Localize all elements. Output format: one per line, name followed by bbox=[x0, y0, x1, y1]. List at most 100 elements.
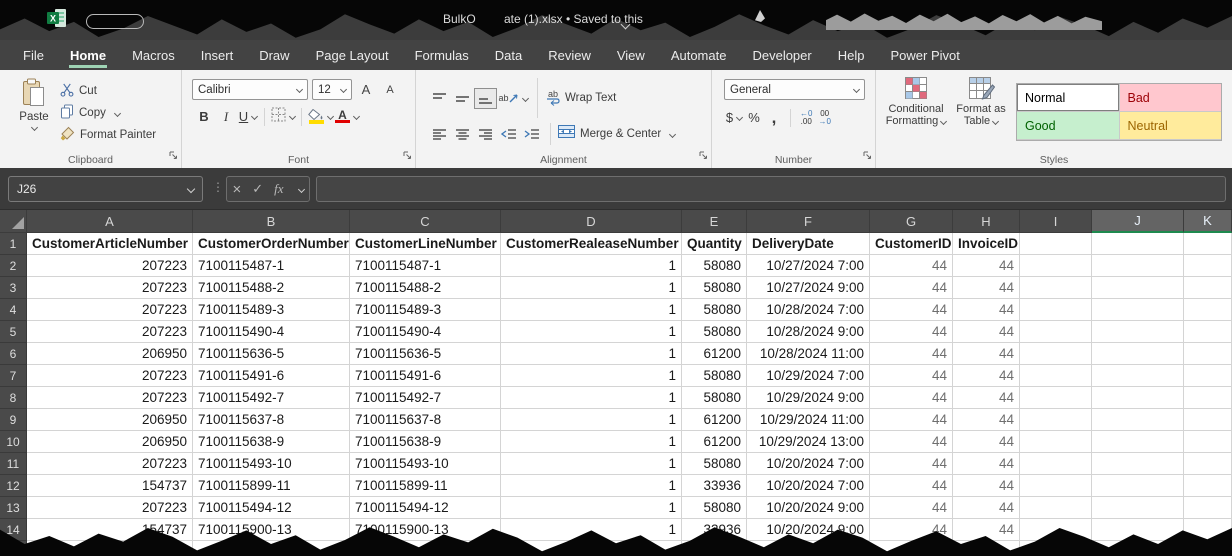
cell-H11[interactable]: 44 bbox=[953, 453, 1020, 475]
cell-B3[interactable]: 7100115488-2 bbox=[193, 277, 350, 299]
cell-K4[interactable] bbox=[1184, 299, 1232, 321]
cell-F12[interactable]: 10/20/2024 7:00 bbox=[747, 475, 870, 497]
conditional-formatting-button[interactable]: Conditional Formatting bbox=[882, 76, 950, 127]
cell-G2[interactable]: 44 bbox=[870, 255, 953, 277]
cell-H5[interactable]: 44 bbox=[953, 321, 1020, 343]
cell-K10[interactable] bbox=[1184, 431, 1232, 453]
cell-F10[interactable]: 10/29/2024 13:00 bbox=[747, 431, 870, 453]
comma-style-button[interactable]: , bbox=[764, 107, 784, 128]
cell-I8[interactable] bbox=[1020, 387, 1092, 409]
cell-A11[interactable]: 207223 bbox=[27, 453, 193, 475]
merge-center-button[interactable]: Merge & Center bbox=[558, 125, 675, 143]
cell-I2[interactable] bbox=[1020, 255, 1092, 277]
cell-J13[interactable] bbox=[1092, 497, 1184, 519]
cell-E1[interactable]: Quantity bbox=[682, 233, 747, 255]
cell-style-neutral[interactable]: Neutral bbox=[1120, 112, 1222, 139]
cell-D11[interactable]: 1 bbox=[501, 453, 682, 475]
cell-J1[interactable] bbox=[1092, 233, 1184, 255]
cell-G1[interactable]: CustomerID bbox=[870, 233, 953, 255]
cell-C8[interactable]: 7100115492-7 bbox=[350, 387, 501, 409]
cell-K2[interactable] bbox=[1184, 255, 1232, 277]
align-bottom-button[interactable] bbox=[474, 88, 497, 109]
fx-chevron-icon[interactable] bbox=[297, 185, 304, 192]
cell-J4[interactable] bbox=[1092, 299, 1184, 321]
cell-I9[interactable] bbox=[1020, 409, 1092, 431]
cell-B1[interactable]: CustomerOrderNumber bbox=[193, 233, 350, 255]
cell-I1[interactable] bbox=[1020, 233, 1092, 255]
cell-F4[interactable]: 10/28/2024 7:00 bbox=[747, 299, 870, 321]
copy-button[interactable]: Copy bbox=[60, 104, 156, 123]
cell-G8[interactable]: 44 bbox=[870, 387, 953, 409]
cell-B14[interactable]: 7100115900-13 bbox=[193, 519, 350, 541]
cell-K13[interactable] bbox=[1184, 497, 1232, 519]
cell-C12[interactable]: 7100115899-11 bbox=[350, 475, 501, 497]
cell-A13[interactable]: 207223 bbox=[27, 497, 193, 519]
cell-A1[interactable]: CustomerArticleNumber bbox=[27, 233, 193, 255]
cell-K1[interactable] bbox=[1184, 233, 1232, 255]
column-header-K[interactable]: K bbox=[1184, 210, 1232, 233]
cell-J10[interactable] bbox=[1092, 431, 1184, 453]
select-all-corner[interactable] bbox=[0, 210, 27, 233]
cell-C4[interactable]: 7100115489-3 bbox=[350, 299, 501, 321]
increase-decimal-button[interactable]: ←0 .00 bbox=[800, 110, 812, 126]
cell-D13[interactable]: 1 bbox=[501, 497, 682, 519]
cell-E5[interactable]: 58080 bbox=[682, 321, 747, 343]
column-header-D[interactable]: D bbox=[501, 210, 682, 233]
cancel-button[interactable]: × bbox=[232, 181, 241, 198]
cell-I4[interactable] bbox=[1020, 299, 1092, 321]
cell-K11[interactable] bbox=[1184, 453, 1232, 475]
cell-F6[interactable]: 10/28/2024 11:00 bbox=[747, 343, 870, 365]
cell-G12[interactable]: 44 bbox=[870, 475, 953, 497]
cell-K9[interactable] bbox=[1184, 409, 1232, 431]
tab-developer[interactable]: Developer bbox=[739, 40, 824, 70]
row-header-7[interactable]: 7 bbox=[0, 365, 27, 387]
number-dialog-launcher-icon[interactable] bbox=[862, 147, 872, 165]
row-header-4[interactable]: 4 bbox=[0, 299, 27, 321]
cell-K12[interactable] bbox=[1184, 475, 1232, 497]
cell-C11[interactable]: 7100115493-10 bbox=[350, 453, 501, 475]
cell-E8[interactable]: 58080 bbox=[682, 387, 747, 409]
cell-A9[interactable]: 206950 bbox=[27, 409, 193, 431]
fill-color-button[interactable] bbox=[308, 106, 333, 127]
column-header-G[interactable]: G bbox=[870, 210, 953, 233]
cell-C1[interactable]: CustomerLineNumber bbox=[350, 233, 501, 255]
cell-D3[interactable]: 1 bbox=[501, 277, 682, 299]
underline-button[interactable]: U bbox=[238, 106, 258, 127]
cell-B10[interactable]: 7100115638-9 bbox=[193, 431, 350, 453]
cell-D12[interactable]: 1 bbox=[501, 475, 682, 497]
cell-H10[interactable]: 44 bbox=[953, 431, 1020, 453]
cell-A12[interactable]: 154737 bbox=[27, 475, 193, 497]
clipboard-dialog-launcher-icon[interactable] bbox=[168, 147, 178, 165]
tab-file[interactable]: File bbox=[10, 40, 57, 70]
cell-I12[interactable] bbox=[1020, 475, 1092, 497]
cell-G6[interactable]: 44 bbox=[870, 343, 953, 365]
cell-K5[interactable] bbox=[1184, 321, 1232, 343]
cell-J3[interactable] bbox=[1092, 277, 1184, 299]
cell-B4[interactable]: 7100115489-3 bbox=[193, 299, 350, 321]
cell-I13[interactable] bbox=[1020, 497, 1092, 519]
cell-J9[interactable] bbox=[1092, 409, 1184, 431]
row-header-9[interactable]: 9 bbox=[0, 409, 27, 431]
cell-style-normal[interactable]: Normal bbox=[1017, 84, 1119, 111]
align-top-button[interactable] bbox=[428, 88, 451, 109]
column-header-H[interactable]: H bbox=[953, 210, 1020, 233]
tab-page-layout[interactable]: Page Layout bbox=[303, 40, 402, 70]
row-header-1[interactable]: 1 bbox=[0, 233, 27, 255]
insert-function-button[interactable]: fx bbox=[274, 181, 283, 197]
tab-automate[interactable]: Automate bbox=[658, 40, 740, 70]
accounting-format-button[interactable]: $ bbox=[724, 107, 744, 128]
cell-H2[interactable]: 44 bbox=[953, 255, 1020, 277]
cell-F5[interactable]: 10/28/2024 9:00 bbox=[747, 321, 870, 343]
cell-K7[interactable] bbox=[1184, 365, 1232, 387]
tab-help[interactable]: Help bbox=[825, 40, 878, 70]
cell-J6[interactable] bbox=[1092, 343, 1184, 365]
cell-J8[interactable] bbox=[1092, 387, 1184, 409]
decrease-decimal-button[interactable]: 00 →0 bbox=[818, 110, 830, 126]
cell-D6[interactable]: 1 bbox=[501, 343, 682, 365]
cell-F9[interactable]: 10/29/2024 11:00 bbox=[747, 409, 870, 431]
cell-G3[interactable]: 44 bbox=[870, 277, 953, 299]
formula-input[interactable] bbox=[316, 176, 1226, 202]
cell-E3[interactable]: 58080 bbox=[682, 277, 747, 299]
cell-A2[interactable]: 207223 bbox=[27, 255, 193, 277]
align-right-button[interactable] bbox=[474, 124, 497, 145]
